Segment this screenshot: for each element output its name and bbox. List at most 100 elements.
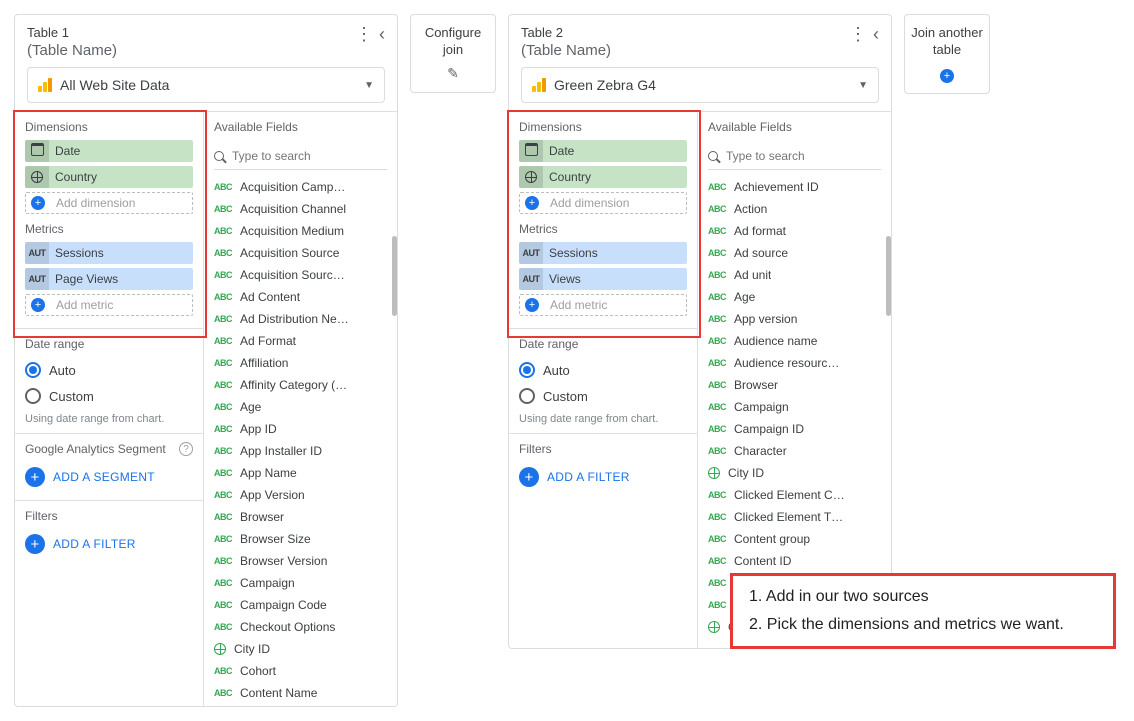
field-item[interactable]: ABCAd unit <box>708 264 891 286</box>
abc-type-icon: ABC <box>214 336 232 346</box>
abc-type-icon: ABC <box>708 512 726 522</box>
table-card-1: Table 1 (Table Name) ⋮ ‹ All Web Site Da… <box>14 14 398 707</box>
field-item[interactable]: ABCBrowser <box>214 506 397 528</box>
field-item[interactable]: ABCCheckout Options <box>214 616 397 638</box>
field-item[interactable]: ABC Ad Format <box>214 330 397 352</box>
configure-join-card[interactable]: Configure join ✎ <box>410 14 496 93</box>
scrollbar-thumb[interactable] <box>886 236 891 316</box>
date-range-auto[interactable]: Auto <box>519 357 687 383</box>
field-label: Browser Version <box>240 554 327 568</box>
add-dimension-button[interactable]: +Add dimension <box>25 192 193 214</box>
field-search-input[interactable] <box>726 149 881 163</box>
abc-type-icon: ABC <box>708 314 726 324</box>
field-item[interactable]: ABCBrowser Size <box>214 528 397 550</box>
scrollbar-thumb[interactable] <box>392 236 397 316</box>
field-item[interactable]: ABCAge <box>708 286 891 308</box>
ga-logo-icon <box>532 78 546 92</box>
abc-type-icon: ABC <box>214 666 232 676</box>
abc-type-icon: ABC <box>214 270 232 280</box>
field-item[interactable]: ABCAchievement ID <box>708 176 891 198</box>
field-item[interactable]: ABCCampaign <box>708 396 891 418</box>
field-item[interactable]: ABCAcquisition Channel <box>214 198 397 220</box>
metric-chip[interactable]: AUTSessions <box>519 242 687 264</box>
table-title: Table 2 <box>521 25 611 40</box>
dimension-chip[interactable]: Country <box>519 166 687 188</box>
field-item[interactable]: ABCContent group <box>708 528 891 550</box>
field-item[interactable]: ABCApp ID <box>214 418 397 440</box>
abc-type-icon: ABC <box>708 358 726 368</box>
field-item[interactable]: ABCContent Name <box>214 682 397 704</box>
globe-icon <box>519 166 543 188</box>
field-item[interactable]: ABCApp version <box>708 308 891 330</box>
field-item[interactable]: ABCAcquisition Source <box>214 242 397 264</box>
field-item[interactable]: ABCContent ID <box>708 550 891 572</box>
field-item[interactable]: ABCApp Name <box>214 462 397 484</box>
field-item[interactable]: ABCAcquisition Medium <box>214 220 397 242</box>
field-search-input[interactable] <box>232 149 387 163</box>
aut-icon: AUT <box>519 268 543 290</box>
add-filter-button[interactable]: +ADD A FILTER <box>25 529 193 559</box>
join-another-table-card[interactable]: Join another table + <box>904 14 990 94</box>
abc-type-icon: ABC <box>214 358 232 368</box>
field-label: Clicked Element C… <box>734 488 845 502</box>
field-item[interactable]: ABCAd Content <box>214 286 397 308</box>
dimension-chip[interactable]: Date <box>25 140 193 162</box>
field-item[interactable]: ABCApp Version <box>214 484 397 506</box>
help-icon[interactable]: ? <box>179 442 193 456</box>
dimension-chip[interactable]: Country <box>25 166 193 188</box>
abc-type-icon: ABC <box>214 688 232 698</box>
field-item[interactable]: ABCCohort <box>214 660 397 682</box>
date-range-custom[interactable]: Custom <box>519 383 687 409</box>
field-item[interactable]: ABCAd format <box>708 220 891 242</box>
add-dimension-button[interactable]: +Add dimension <box>519 192 687 214</box>
more-menu-icon[interactable]: ⋮ <box>849 25 867 43</box>
data-source-select[interactable]: All Web Site Data ▼ <box>27 67 385 103</box>
field-item[interactable]: City ID <box>214 638 397 660</box>
add-metric-button[interactable]: +Add metric <box>25 294 193 316</box>
field-item[interactable]: ABCAudience resourc… <box>708 352 891 374</box>
field-search[interactable] <box>708 142 881 170</box>
abc-type-icon: ABC <box>708 556 726 566</box>
metric-chip[interactable]: AUTPage Views <box>25 268 193 290</box>
date-range-custom[interactable]: Custom <box>25 383 193 409</box>
plus-icon: + <box>26 295 50 315</box>
date-range-auto[interactable]: Auto <box>25 357 193 383</box>
field-item[interactable]: ABCCampaign ID <box>708 418 891 440</box>
field-item[interactable]: ABCAffiliation <box>214 352 397 374</box>
data-source-select[interactable]: Green Zebra G4 ▼ <box>521 67 879 103</box>
field-item[interactable]: ABC Browser Version <box>214 550 397 572</box>
field-item[interactable]: ABCCampaign Code <box>214 594 397 616</box>
field-item[interactable]: ABCApp Installer ID <box>214 440 397 462</box>
field-item[interactable]: ABCClicked Element T… <box>708 506 891 528</box>
field-item[interactable]: ABCAction <box>708 198 891 220</box>
field-item[interactable]: ABCAge <box>214 396 397 418</box>
field-item[interactable]: ABCCharacter <box>708 440 891 462</box>
field-item[interactable]: ABCCampaign <box>214 572 397 594</box>
abc-type-icon: ABC <box>214 556 232 566</box>
field-item[interactable]: City ID <box>708 462 891 484</box>
field-label: App ID <box>240 422 277 436</box>
available-fields-list[interactable]: ABCAcquisition Camp…ABCAcquisition Chann… <box>204 176 397 706</box>
add-metric-button[interactable]: +Add metric <box>519 294 687 316</box>
add-filter-button[interactable]: +ADD A FILTER <box>519 462 687 492</box>
table-subtitle: (Table Name) <box>521 42 611 59</box>
collapse-icon[interactable]: ‹ <box>379 25 385 43</box>
field-item[interactable]: ABCBrowser <box>708 374 891 396</box>
field-item[interactable]: ABCAd Distribution Ne… <box>214 308 397 330</box>
metric-chip[interactable]: AUTViews <box>519 268 687 290</box>
field-item[interactable]: ABCClicked Element C… <box>708 484 891 506</box>
more-menu-icon[interactable]: ⋮ <box>355 25 373 43</box>
plus-icon: + <box>25 534 45 554</box>
field-item[interactable]: ABCAcquisition Sourc… <box>214 264 397 286</box>
field-item[interactable]: ABCAcquisition Camp… <box>214 176 397 198</box>
collapse-icon[interactable]: ‹ <box>873 25 879 43</box>
field-label: Ad Format <box>240 334 296 348</box>
add-segment-button[interactable]: +ADD A SEGMENT <box>25 462 193 492</box>
metric-chip[interactable]: AUTSessions <box>25 242 193 264</box>
dimension-chip[interactable]: Date <box>519 140 687 162</box>
field-search[interactable] <box>214 142 387 170</box>
field-label: City ID <box>234 642 270 656</box>
field-item[interactable]: ABCAd source <box>708 242 891 264</box>
field-item[interactable]: ABCAudience name <box>708 330 891 352</box>
field-item[interactable]: ABCAffinity Category (… <box>214 374 397 396</box>
